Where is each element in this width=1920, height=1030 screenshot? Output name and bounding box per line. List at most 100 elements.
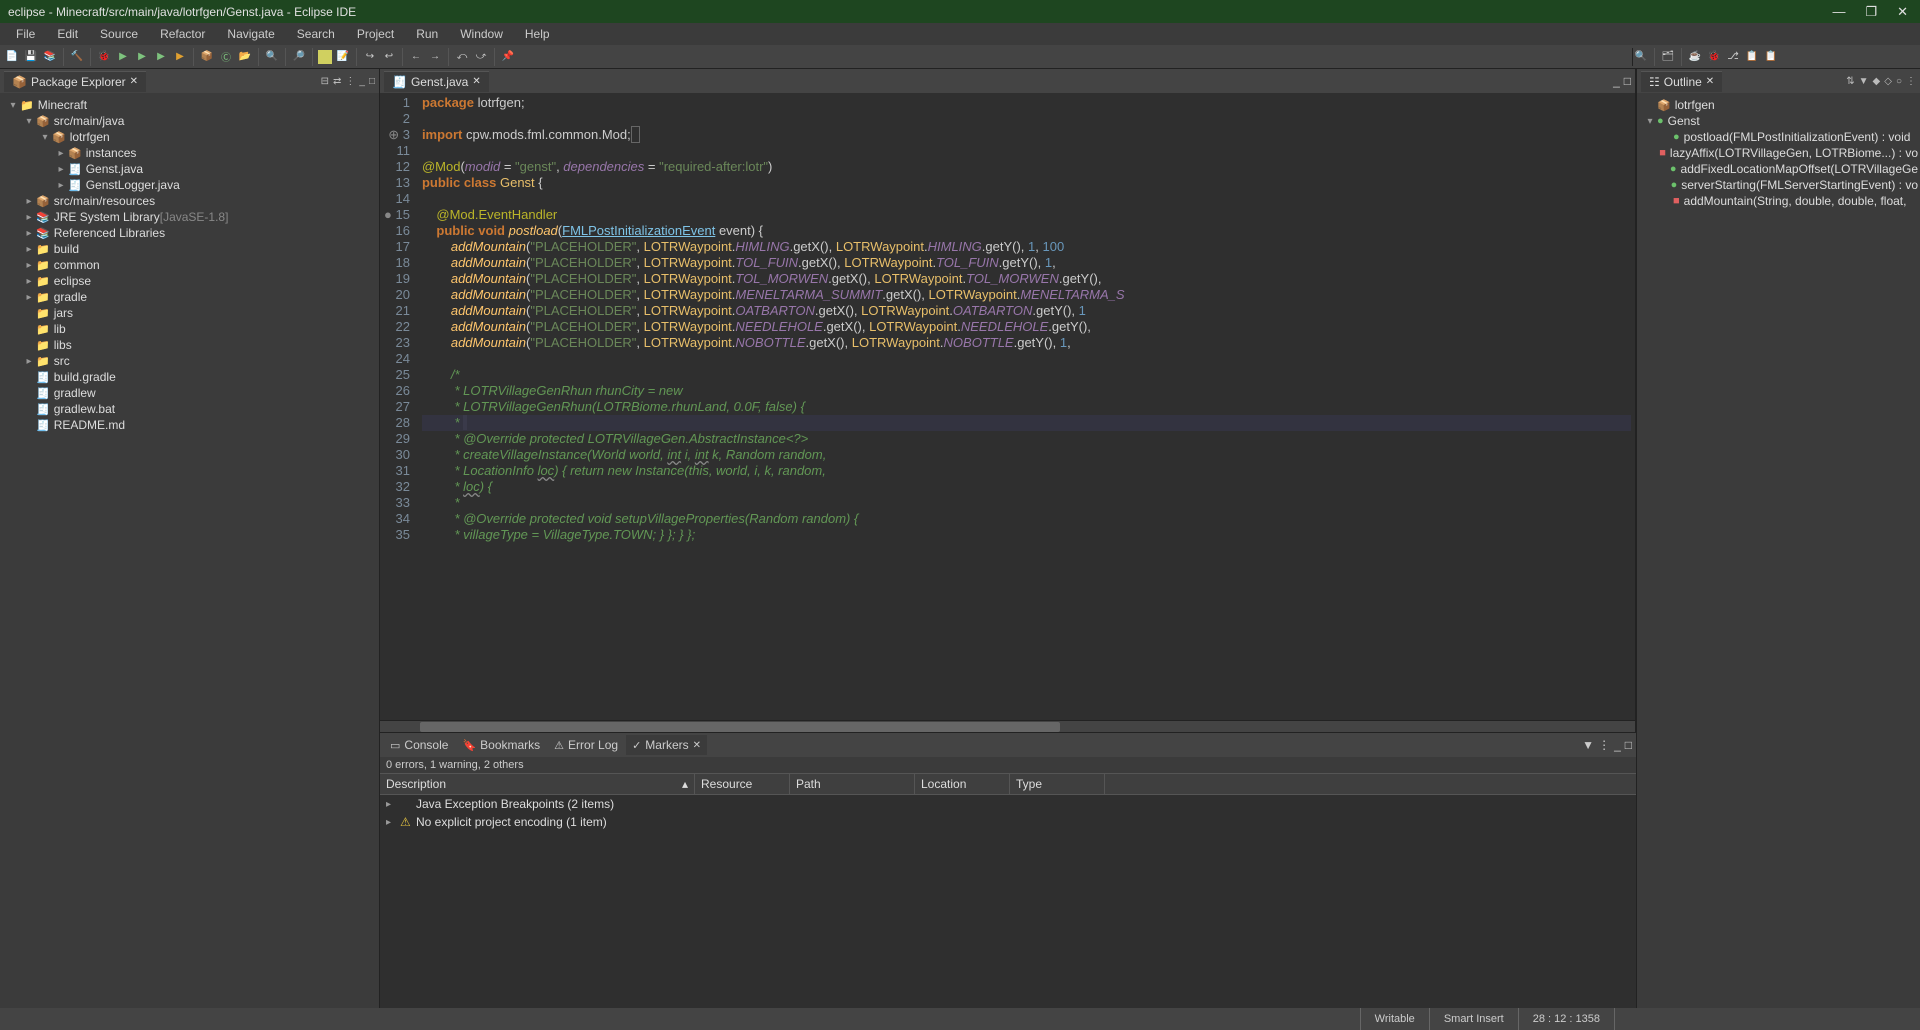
maximize-view-icon[interactable]: □ <box>1624 74 1631 88</box>
editor-tab[interactable]: 🧾 Genst.java ✕ <box>384 71 489 92</box>
menu-file[interactable]: File <box>6 25 45 43</box>
tree-item[interactable]: ●serverStarting(FMLServerStartingEvent) … <box>1639 177 1918 193</box>
maximize-view-icon[interactable]: □ <box>1625 738 1632 752</box>
search-icon[interactable]: 🔎 <box>291 49 307 65</box>
horizontal-scrollbar[interactable] <box>380 720 1635 732</box>
close-icon[interactable]: ✕ <box>472 76 480 87</box>
chevron-icon[interactable]: ▸ <box>22 276 36 287</box>
menu-window[interactable]: Window <box>450 25 513 43</box>
minimize-view-icon[interactable]: _ <box>1614 738 1621 752</box>
tree-item[interactable]: ▾📁Minecraft <box>2 97 377 113</box>
new-folder-icon[interactable]: 📂 <box>237 49 253 65</box>
run-icon[interactable]: ▶ <box>115 49 131 65</box>
outline-tree[interactable]: 📦lotrfgen▾●Genst ●postload(FMLPostInitia… <box>1637 93 1920 1008</box>
chevron-icon[interactable]: ▾ <box>6 100 20 111</box>
tree-item[interactable]: ▾📦lotrfgen <box>2 129 377 145</box>
hide-static-icon[interactable]: ◇ <box>1884 76 1892 87</box>
column-header[interactable]: Path <box>790 774 915 794</box>
chevron-icon[interactable]: ▸ <box>386 817 400 828</box>
tab-error-log[interactable]: ⚠Error Log <box>548 735 624 755</box>
new-class-icon[interactable]: Ⓒ <box>218 49 234 65</box>
maximize-icon[interactable]: ❐ <box>1865 4 1877 20</box>
chevron-icon[interactable]: ▸ <box>22 228 36 239</box>
marker-row[interactable]: ▸⚠No explicit project encoding (1 item) <box>380 813 1636 831</box>
tree-item[interactable]: ▾📦src/main/java <box>2 113 377 129</box>
search-toolbar-icon[interactable]: 🔍 <box>1633 49 1649 65</box>
minimize-view-icon[interactable]: _ <box>1613 74 1620 88</box>
package-explorer-tab[interactable]: 📦 Package Explorer ✕ <box>4 71 146 92</box>
column-header[interactable]: Resource <box>695 774 790 794</box>
tree-item[interactable]: 📁lib <box>2 321 377 337</box>
menu-source[interactable]: Source <box>90 25 148 43</box>
chevron-icon[interactable]: ▸ <box>22 356 36 367</box>
tree-item[interactable]: ▸📁build <box>2 241 377 257</box>
build-icon[interactable]: 🔨 <box>69 49 85 65</box>
coverage-icon[interactable]: ▶ <box>134 49 150 65</box>
annotation-icon[interactable]: 📝 <box>335 49 351 65</box>
chevron-icon[interactable]: ▾ <box>1643 116 1657 127</box>
tree-item[interactable]: 🧾gradlew.bat <box>2 401 377 417</box>
minimize-view-icon[interactable]: _ <box>359 76 365 87</box>
chevron-icon[interactable]: ▸ <box>22 292 36 303</box>
tab-markers[interactable]: ✓Markers✕ <box>626 735 707 755</box>
perspective-icon[interactable]: 🗂 <box>1660 49 1676 65</box>
menu-edit[interactable]: Edit <box>47 25 88 43</box>
tree-item[interactable]: ▸🧾Genst.java <box>2 161 377 177</box>
tree-item[interactable]: ▸📦src/main/resources <box>2 193 377 209</box>
column-header[interactable]: Location <box>915 774 1010 794</box>
chevron-icon[interactable]: ▸ <box>386 799 400 810</box>
filter-icon[interactable]: ▼ <box>1582 738 1594 752</box>
redo-icon[interactable]: ⤻ <box>473 49 489 65</box>
menu-navigate[interactable]: Navigate <box>217 25 284 43</box>
link-editor-icon[interactable]: ⇄ <box>333 76 341 87</box>
chevron-icon[interactable]: ▸ <box>22 212 36 223</box>
save-icon[interactable]: 💾 <box>23 49 39 65</box>
close-icon[interactable]: ✕ <box>1706 76 1714 87</box>
perspective-other-icon[interactable]: 📋 <box>1744 49 1760 65</box>
outline-tab[interactable]: ☷ Outline ✕ <box>1641 71 1722 92</box>
new-package-icon[interactable]: 📦 <box>199 49 215 65</box>
tree-item[interactable]: ▸📁eclipse <box>2 273 377 289</box>
tree-item[interactable]: ■addMountain(String, double, double, flo… <box>1639 193 1918 209</box>
menu-help[interactable]: Help <box>515 25 560 43</box>
step-icon[interactable]: ↩ <box>381 49 397 65</box>
tab-console[interactable]: ▭Console <box>384 735 454 755</box>
perspective-other-icon[interactable]: 📋 <box>1763 49 1779 65</box>
tree-item[interactable]: 🧾build.gradle <box>2 369 377 385</box>
tab-bookmarks[interactable]: 🔖Bookmarks <box>456 735 546 755</box>
forward-icon[interactable]: → <box>427 49 443 65</box>
chevron-icon[interactable]: ▸ <box>22 196 36 207</box>
tree-item[interactable]: ●postload(FMLPostInitializationEvent) : … <box>1639 129 1918 145</box>
tree-item[interactable]: ▾●Genst <box>1639 113 1918 129</box>
tree-item[interactable]: 🧾gradlew <box>2 385 377 401</box>
view-menu-icon[interactable]: ⋮ <box>1906 76 1916 87</box>
close-icon[interactable]: ✕ <box>130 76 138 87</box>
debug-icon[interactable]: 🐞 <box>96 49 112 65</box>
step-icon[interactable]: ↪ <box>362 49 378 65</box>
tree-item[interactable]: ▸🧾GenstLogger.java <box>2 177 377 193</box>
new-icon[interactable]: 📄 <box>4 49 20 65</box>
undo-icon[interactable]: ⤺ <box>454 49 470 65</box>
tree-item[interactable]: 📦lotrfgen <box>1639 97 1918 113</box>
menu-run[interactable]: Run <box>406 25 448 43</box>
package-tree[interactable]: ▾📁Minecraft▾📦src/main/java▾📦lotrfgen▸📦in… <box>0 93 379 1008</box>
close-icon[interactable]: ✕ <box>1897 4 1908 20</box>
open-type-icon[interactable]: 🔍 <box>264 49 280 65</box>
menu-project[interactable]: Project <box>347 25 404 43</box>
back-icon[interactable]: ← <box>408 49 424 65</box>
tree-item[interactable]: 🧾README.md <box>2 417 377 433</box>
collapse-all-icon[interactable]: ⊟ <box>321 76 329 87</box>
tree-item[interactable]: ■lazyAffix(LOTRVillageGen, LOTRBiome...)… <box>1639 145 1918 161</box>
sort-icon[interactable]: ⇅ <box>1846 76 1854 87</box>
chevron-icon[interactable]: ▾ <box>38 132 52 143</box>
column-header[interactable]: Description ▴ <box>380 774 695 794</box>
code-editor[interactable]: 12⊕ 311121314● 1516171819202122232425262… <box>380 93 1635 720</box>
menu-search[interactable]: Search <box>287 25 345 43</box>
perspective-debug-icon[interactable]: 🐞 <box>1706 49 1722 65</box>
save-all-icon[interactable]: 📚 <box>42 49 58 65</box>
chevron-icon[interactable]: ▸ <box>54 180 68 191</box>
menu-refactor[interactable]: Refactor <box>150 25 215 43</box>
hide-fields-icon[interactable]: ◆ <box>1873 76 1881 87</box>
run-last-icon[interactable]: ▶ <box>153 49 169 65</box>
hide-nonpublic-icon[interactable]: ○ <box>1896 76 1902 87</box>
